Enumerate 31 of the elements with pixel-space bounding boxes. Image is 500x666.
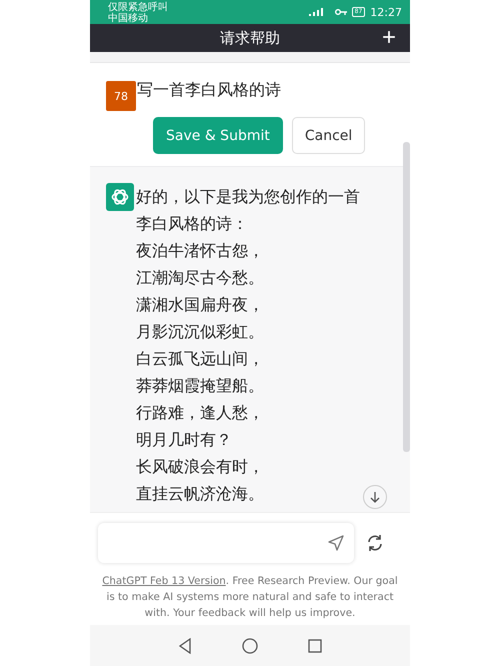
poem-line: 月影沉沉似彩虹。	[136, 321, 265, 343]
poem-line: 夜泊牛渚怀古怨，	[136, 240, 265, 262]
poem-line: 莽莽烟霞掩望船。	[136, 375, 265, 397]
back-icon[interactable]	[178, 638, 192, 654]
version-link[interactable]: ChatGPT Feb 13 Version	[102, 575, 226, 587]
assistant-logo-icon	[106, 183, 134, 211]
user-avatar: 78	[106, 81, 136, 111]
poem-line: 白云孤飞远山间，	[136, 348, 265, 370]
assistant-intro: 好的，以下是我为您创作的一首李白风格的诗：	[136, 186, 361, 235]
regenerate-icon[interactable]	[366, 534, 384, 552]
add-button[interactable]: +	[382, 24, 396, 52]
cancel-button[interactable]: Cancel	[292, 117, 366, 154]
poem-line: 直挂云帆济沧海。	[136, 483, 265, 505]
scroll-down-button[interactable]	[363, 485, 387, 509]
footer-disclaimer: ChatGPT Feb 13 Version. Free Research Preview. Our goal is to make AI systems more natural and safe to interact with. Your feedback will help us improve.	[101, 574, 399, 621]
poem-line: 行路难，逢人愁，	[136, 402, 265, 424]
key-icon	[334, 8, 347, 16]
scrollbar[interactable]	[403, 142, 410, 452]
arrow-down-icon	[369, 491, 381, 503]
user-message: 写一首李白风格的诗	[137, 79, 281, 101]
poem-line: 明月几时有？	[136, 429, 233, 451]
clock-time: 12:27	[370, 6, 402, 18]
poem-line: 长风破浪会有时，	[136, 456, 265, 478]
carrier-text: 中国移动	[108, 12, 148, 24]
poem-line: 江潮淘尽古今愁。	[136, 267, 265, 289]
recents-icon[interactable]	[308, 638, 322, 652]
send-icon[interactable]	[328, 535, 344, 551]
poem-line: 潇湘水国扁舟夜，	[136, 294, 265, 316]
header-title: 请求帮助	[220, 28, 280, 48]
home-icon[interactable]	[242, 638, 258, 654]
carrier-text: 仅限紧急呼叫	[108, 2, 168, 12]
